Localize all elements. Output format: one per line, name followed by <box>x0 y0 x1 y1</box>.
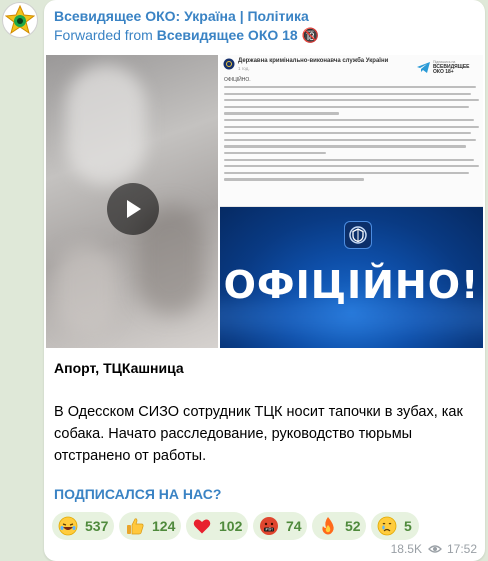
banner-text: ОФІЦІЙНО! <box>223 263 480 307</box>
forwarded-source[interactable]: Всевидящее ОКО 18 🔞 <box>157 27 319 43</box>
reaction-cursing[interactable]: #@! 74 <box>253 512 307 540</box>
subscribe-link[interactable]: ПОДПИСАЛСЯ НА НАС? <box>54 486 221 502</box>
doc-heading: ОФІЦІЙНО. <box>224 77 251 83</box>
red-heart-icon <box>192 516 212 536</box>
doc-time: 1 год. <box>238 66 250 71</box>
reaction-count: 52 <box>345 518 361 534</box>
reaction-crying[interactable]: 5 <box>371 512 419 540</box>
fire-icon <box>318 516 338 536</box>
doc-body-text-lines <box>224 86 479 185</box>
all-seeing-eye-logo-icon <box>5 5 35 35</box>
reaction-laughing[interactable]: 537 <box>52 512 114 540</box>
official-banner-image[interactable]: ОФІЦІЙНО! <box>220 207 483 348</box>
reaction-fire[interactable]: 52 <box>312 512 366 540</box>
document-screenshot-image[interactable]: Державна кримінально-виконавча служба Ук… <box>220 55 483 207</box>
svg-text:#@!: #@! <box>265 528 273 532</box>
channel-title[interactable]: Всевидящее ОКО: Україна | Політика <box>54 8 309 24</box>
watermark-brand: Підпишись на ВСЕВИДЯЩЕЕ ОКО 18+ <box>417 59 479 77</box>
telegram-icon <box>417 62 430 73</box>
reaction-heart[interactable]: 102 <box>186 512 248 540</box>
post-body: В Одесском СИЗО сотрудник ТЦК носит тапо… <box>54 404 463 464</box>
reaction-thumbs-up[interactable]: 124 <box>119 512 181 540</box>
reaction-count: 74 <box>286 518 302 534</box>
eye-icon <box>428 544 442 554</box>
media-album: Державна кримінально-виконавча служба Ук… <box>46 55 483 348</box>
prison-service-emblem-icon <box>223 58 235 70</box>
channel-avatar[interactable] <box>2 2 38 38</box>
reaction-count: 537 <box>85 518 109 534</box>
message-bubble[interactable]: Всевидящее ОКО: Україна | Політика Forwa… <box>44 0 485 561</box>
play-button[interactable] <box>107 183 159 235</box>
doc-org-name: Державна кримінально-виконавча служба Ук… <box>238 58 389 64</box>
reaction-count: 5 <box>404 518 412 534</box>
reaction-count: 124 <box>152 518 176 534</box>
message-time: 17:52 <box>446 542 477 556</box>
forwarded-header[interactable]: Forwarded from Всевидящее ОКО 18 🔞 <box>54 27 319 44</box>
crying-face-icon <box>377 516 397 536</box>
forwarded-prefix: Forwarded from <box>54 27 153 43</box>
rolling-on-floor-laughing-icon <box>58 516 78 536</box>
shield-emblem-icon <box>344 221 372 249</box>
play-icon <box>127 200 141 218</box>
message-meta: 18.5K 17:52 <box>391 542 477 556</box>
post-title: Апорт, ТЦКашница <box>54 360 184 376</box>
watermark-line2: ОКО 18+ <box>433 69 454 75</box>
view-count: 18.5K <box>390 542 422 556</box>
reaction-count: 102 <box>219 518 243 534</box>
thumbs-up-icon <box>125 516 145 536</box>
face-with-symbols-on-mouth-icon: #@! <box>259 516 279 536</box>
video-thumbnail[interactable] <box>46 55 218 348</box>
